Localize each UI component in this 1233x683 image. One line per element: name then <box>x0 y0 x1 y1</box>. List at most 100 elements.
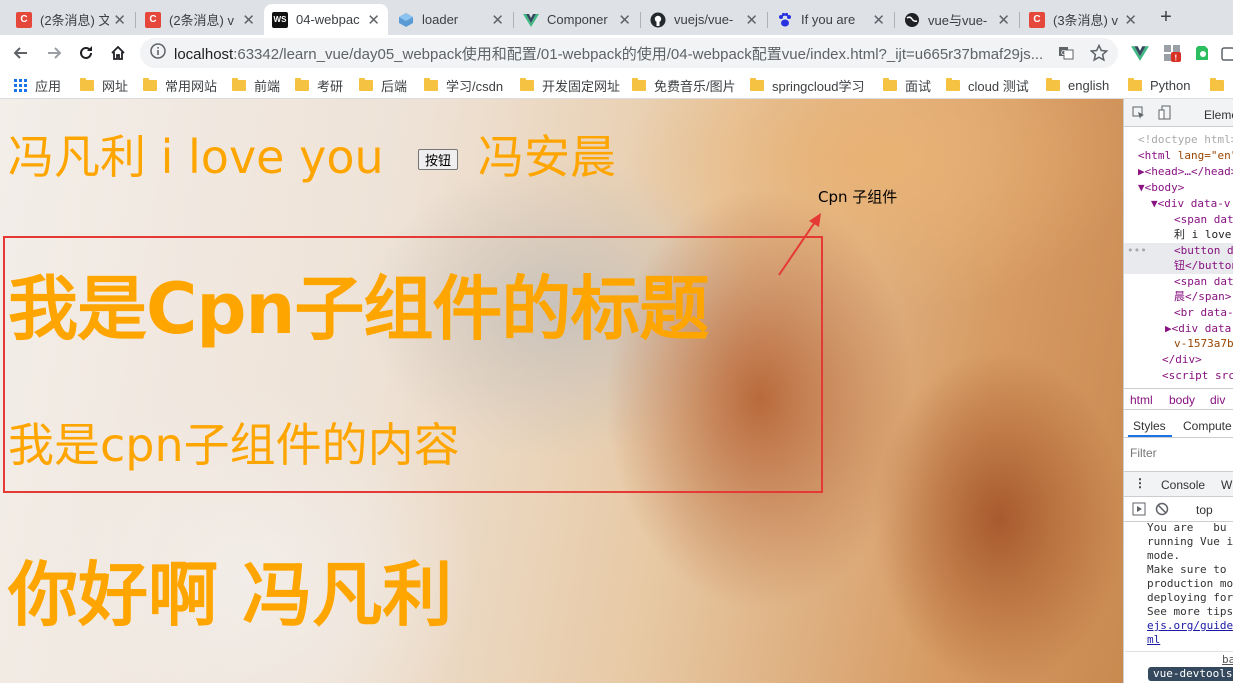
bookmark-folder[interactable]: english <box>1046 76 1109 94</box>
browser-tab-active[interactable]: WS 04-webpac ✕ <box>264 4 388 35</box>
folder-icon <box>1210 77 1224 91</box>
console-source-link[interactable]: ba <box>1222 652 1233 668</box>
inspect-cursor-icon[interactable] <box>1132 106 1146 123</box>
browser-tab[interactable]: vue与vue- ✕ <box>896 4 1018 35</box>
drawer-menu-icon[interactable]: ⋮ <box>1134 476 1146 490</box>
close-icon[interactable]: ✕ <box>618 11 631 29</box>
clear-console-icon[interactable] <box>1155 502 1169 519</box>
forward-arrow-icon[interactable] <box>42 41 66 65</box>
close-icon[interactable]: ✕ <box>745 11 758 29</box>
dom-br-node[interactable]: <br data- <box>1174 305 1233 321</box>
bookmark-folder[interactable] <box>1210 76 1232 94</box>
apps-shortcut[interactable]: 应用 <box>14 76 61 94</box>
context-selector[interactable]: top <box>1196 503 1213 517</box>
tab-title: (3条消息) v <box>1053 13 1119 28</box>
dom-html-node[interactable]: <html lang="en"> <box>1138 148 1233 164</box>
elements-tab[interactable]: Eleme <box>1204 108 1233 122</box>
back-arrow-icon[interactable] <box>9 41 33 65</box>
folder-icon <box>520 77 534 91</box>
styles-filter-input[interactable]: Filter <box>1130 446 1157 460</box>
bookmark-folder[interactable]: 开发固定网址 <box>520 76 620 94</box>
url-path: :63342/learn_vue/day05_webpack使用和配置/01-w… <box>233 45 1044 63</box>
browser-tab[interactable]: Componer ✕ <box>515 4 639 35</box>
folder-icon <box>750 77 764 91</box>
dom-text-node: 利 i love <box>1174 228 1232 241</box>
browser-tab[interactable]: C (3条消息) v ✕ <box>1021 4 1145 35</box>
bookmark-folder[interactable]: 常用网站 <box>143 76 217 94</box>
close-icon[interactable]: ✕ <box>997 11 1010 29</box>
close-icon[interactable]: ✕ <box>491 11 504 29</box>
tab-divider <box>1019 12 1020 28</box>
console-link[interactable]: ejs.org/guide <box>1147 619 1233 632</box>
crumb-div[interactable]: div <box>1210 393 1225 407</box>
tab-whats-new[interactable]: W <box>1221 478 1232 492</box>
page-button[interactable]: 按钮 <box>418 149 459 170</box>
close-icon[interactable]: ✕ <box>113 11 126 29</box>
globe-icon <box>904 12 920 28</box>
sidebar-toggle-icon[interactable] <box>1132 502 1146 519</box>
new-tab-plus-icon[interactable]: + <box>1155 6 1177 28</box>
dom-head-node[interactable]: ▶<head>…</head> <box>1138 164 1233 180</box>
dom-span-node[interactable]: <span dat <box>1174 212 1233 228</box>
folder-icon <box>1046 77 1060 91</box>
bookmark-star-icon[interactable] <box>1089 43 1109 67</box>
url-text: localhost:63342/learn_vue/day05_webpack使… <box>174 43 1044 64</box>
extension-icon[interactable] <box>1218 43 1233 63</box>
bookmark-folder[interactable]: 后端 <box>359 76 407 94</box>
crumb-body[interactable]: body <box>1169 393 1195 407</box>
bookmark-folder[interactable]: 考研 <box>295 76 343 94</box>
close-icon[interactable]: ✕ <box>242 11 255 29</box>
bookmark-folder[interactable]: Python <box>1128 76 1190 94</box>
browser-tab[interactable]: vuejs/vue- ✕ <box>642 4 766 35</box>
extension-alert-icon[interactable]: ! <box>1162 43 1182 63</box>
svg-text:!: ! <box>1175 54 1178 63</box>
dom-button-close: 钮</button <box>1174 259 1233 272</box>
close-icon[interactable]: ✕ <box>367 11 380 29</box>
folder-icon <box>946 77 960 91</box>
address-bar[interactable]: localhost:63342/learn_vue/day05_webpack使… <box>140 38 1118 68</box>
translate-icon[interactable]: G <box>1058 45 1074 66</box>
bookmark-folder[interactable]: 网址 <box>80 76 128 94</box>
vue-devtools-extension-icon[interactable] <box>1130 43 1150 63</box>
more-dots-icon[interactable]: ••• <box>1127 243 1147 259</box>
home-icon[interactable] <box>106 41 130 65</box>
breadcrumb: html body div <box>1124 388 1233 410</box>
bookmark-folder[interactable]: cloud 测试 <box>946 76 1029 94</box>
console-link[interactable]: ml <box>1147 633 1160 646</box>
dom-attr: lang="en"> <box>1177 149 1233 162</box>
bookmarks-bar: 应用 网址 常用网站 前端 考研 后端 学习/csdn 开发固定网址 免费音乐/… <box>0 71 1233 99</box>
dom-span-node[interactable]: <span dat <box>1174 274 1233 290</box>
bookmark-folder[interactable]: springcloud学习 <box>750 76 865 94</box>
devtools-topbar: Eleme <box>1124 99 1233 127</box>
bookmark-folder[interactable]: 面试 <box>883 76 931 94</box>
browser-tab[interactable]: C (2条消息) v ✕ <box>137 4 263 35</box>
bookmark-folder[interactable]: 前端 <box>232 76 280 94</box>
browser-tab[interactable]: loader ✕ <box>390 4 512 35</box>
tab-strip: C (2条消息) 文 ✕ C (2条消息) v ✕ WS 04-webpac ✕… <box>0 0 1233 35</box>
annotation-arrow <box>778 213 821 276</box>
dom-div-node[interactable]: ▼<div data-v <box>1151 196 1230 212</box>
bookmark-folder[interactable]: 免费音乐/图片 <box>632 76 736 94</box>
tab-computed[interactable]: Compute <box>1183 419 1232 433</box>
browser-tab[interactable]: C (2条消息) 文 ✕ <box>8 4 134 35</box>
crumb-html[interactable]: html <box>1130 393 1153 407</box>
reload-icon[interactable] <box>74 41 98 65</box>
bookmark-folder[interactable]: 学习/csdn <box>424 76 503 94</box>
info-icon[interactable] <box>150 42 166 64</box>
evernote-extension-icon[interactable] <box>1192 43 1212 63</box>
dom-doctype[interactable]: <!doctype html> <box>1138 132 1233 148</box>
tab-styles[interactable]: Styles <box>1133 419 1166 433</box>
bookmark-label: 后端 <box>381 78 408 94</box>
tab-console[interactable]: Console <box>1161 478 1205 492</box>
device-toggle-icon[interactable] <box>1158 105 1172 124</box>
dom-body-node[interactable]: ▼<body> <box>1138 180 1184 196</box>
bookmark-label: english <box>1068 77 1110 93</box>
dom-script-node[interactable]: <script src <box>1162 368 1233 384</box>
dom-button-node[interactable]: <button d <box>1174 243 1233 259</box>
browser-tab[interactable]: If you are ✕ <box>769 4 893 35</box>
close-icon[interactable]: ✕ <box>872 11 885 29</box>
close-icon[interactable]: ✕ <box>1124 11 1137 29</box>
dom-div-child-node[interactable]: ▶<div data <box>1165 321 1231 337</box>
devtools-panel: Eleme <!doctype html> <html lang="en"> ▶… <box>1123 99 1233 683</box>
page-viewport: 冯凡利 i love you 按钮 冯安晨 我是Cpn子组件的标题 我是cpn子… <box>0 99 1123 683</box>
